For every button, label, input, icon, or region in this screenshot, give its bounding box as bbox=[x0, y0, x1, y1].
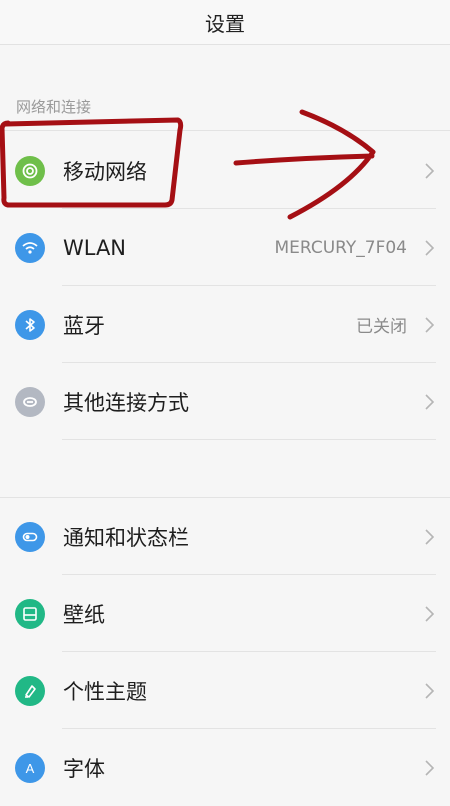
settings-item-wallpaper[interactable]: 壁纸 bbox=[0, 575, 450, 652]
settings-item-other-connections[interactable]: 其他连接方式 bbox=[0, 363, 450, 440]
bluetooth-status: 已关闭 bbox=[356, 317, 407, 337]
divider bbox=[62, 439, 436, 440]
chevron-right-icon bbox=[425, 682, 435, 699]
chevron-right-icon bbox=[425, 528, 435, 545]
divider bbox=[0, 130, 450, 131]
font-icon: A bbox=[15, 752, 45, 783]
wallpaper-icon bbox=[15, 598, 45, 629]
settings-item-label: 蓝牙 bbox=[63, 313, 105, 338]
settings-item-mobile-network[interactable]: 移动网络 bbox=[0, 132, 450, 209]
toggle-icon bbox=[15, 521, 45, 552]
chevron-right-icon bbox=[425, 605, 435, 622]
chevron-right-icon bbox=[425, 393, 435, 410]
chevron-right-icon bbox=[425, 239, 435, 256]
settings-item-label: 壁纸 bbox=[63, 602, 105, 627]
settings-item-label: 个性主题 bbox=[63, 679, 147, 704]
settings-item-bluetooth[interactable]: 蓝牙 已关闭 bbox=[0, 286, 450, 363]
settings-item-label: WLAN bbox=[63, 235, 127, 260]
settings-item-label: 移动网络 bbox=[63, 159, 147, 184]
title-bar: 设置 bbox=[0, 0, 450, 45]
settings-item-themes[interactable]: 个性主题 bbox=[0, 652, 450, 729]
mobile-network-icon bbox=[15, 155, 45, 186]
theme-brush-icon bbox=[15, 675, 45, 706]
link-icon bbox=[15, 386, 45, 417]
settings-item-label: 字体 bbox=[63, 756, 105, 781]
settings-item-wlan[interactable]: WLAN MERCURY_7F04 bbox=[0, 209, 450, 286]
bluetooth-icon bbox=[15, 309, 45, 340]
page-title: 设置 bbox=[205, 11, 245, 36]
settings-item-label: 其他连接方式 bbox=[63, 390, 189, 415]
section-label-network: 网络和连接 bbox=[16, 98, 92, 116]
wifi-icon bbox=[15, 232, 45, 263]
wlan-network-name: MERCURY_7F04 bbox=[274, 237, 407, 258]
chevron-right-icon bbox=[425, 316, 435, 333]
svg-text:A: A bbox=[26, 761, 35, 776]
settings-item-font[interactable]: A 字体 bbox=[0, 729, 450, 806]
chevron-right-icon bbox=[425, 759, 435, 776]
chevron-right-icon bbox=[425, 162, 435, 179]
settings-item-notifications[interactable]: 通知和状态栏 bbox=[0, 498, 450, 575]
settings-item-label: 通知和状态栏 bbox=[63, 525, 189, 550]
